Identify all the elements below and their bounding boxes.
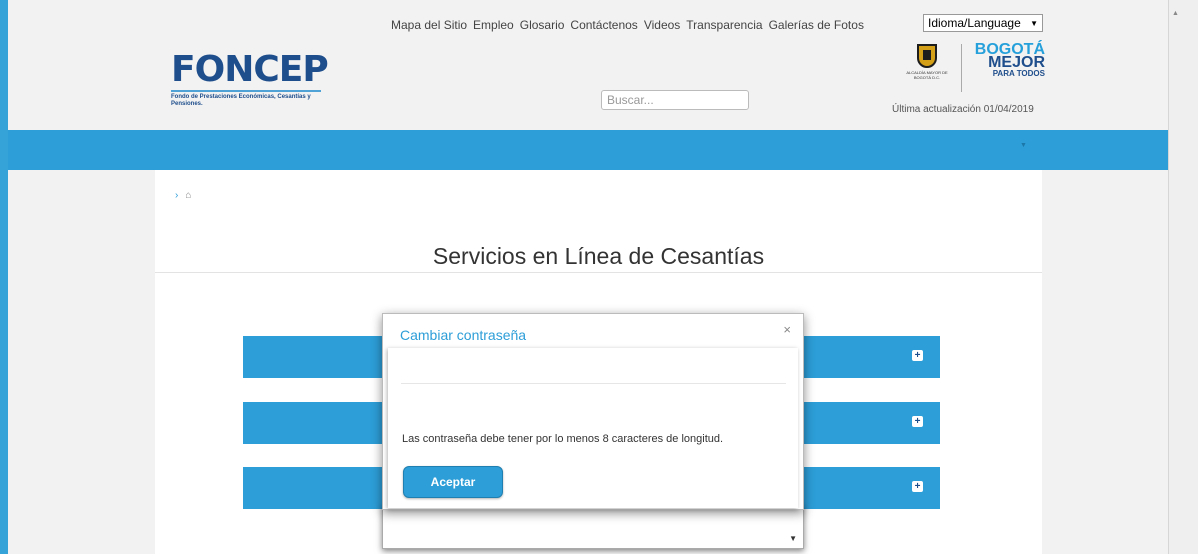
logo-subtitle: Fondo de Prestaciones Económicas, Cesant… — [171, 94, 311, 107]
logo-rule — [171, 90, 321, 92]
last-updated: Última actualización 01/04/2019 — [892, 104, 1034, 115]
page-title: Servicios en Línea de Cesantías — [432, 243, 765, 269]
accept-button[interactable]: Aceptar — [403, 466, 503, 498]
search-input[interactable]: Buscar... — [601, 90, 749, 110]
nav-link-transparencia[interactable]: Transparencia — [686, 18, 762, 32]
crest-icon — [917, 44, 937, 68]
expand-plus-icon[interactable]: + — [912, 350, 923, 361]
breadcrumb-separator-icon: › — [175, 190, 179, 201]
scroll-down-icon[interactable]: ▼ — [789, 534, 797, 543]
close-icon[interactable]: × — [783, 322, 791, 337]
bogota-seal-icon: ALCALDÍA MAYOR DE BOGOTÁ D.C. — [906, 44, 948, 92]
expand-plus-icon[interactable]: + — [912, 416, 923, 427]
language-select[interactable]: Idioma/Language ▼ — [923, 14, 1043, 32]
breadcrumb: › ⌂ — [175, 190, 191, 201]
dropdown-caret-icon: ▼ — [1030, 18, 1038, 28]
nav-link-sitemap[interactable]: Mapa del Sitio — [391, 18, 467, 32]
scrollbar-track[interactable] — [1168, 0, 1198, 554]
nav-link-empleo[interactable]: Empleo — [473, 18, 514, 32]
foncep-logo[interactable]: FONCEP Fondo de Prestaciones Económicas,… — [171, 52, 331, 108]
title-divider — [155, 272, 1042, 273]
bogota-mejor-logo: BOGOTÁ MEJOR PARA TODOS — [970, 42, 1045, 79]
language-select-value: Idioma/Language — [928, 16, 1021, 30]
expand-plus-icon[interactable]: + — [912, 481, 923, 492]
nav-link-glosario[interactable]: Glosario — [520, 18, 565, 32]
logo-wordmark: FONCEP — [171, 49, 329, 90]
top-navigation: Mapa del Sitio Empleo Glosario Contácten… — [391, 18, 864, 32]
scroll-up-icon[interactable]: ▲ — [1172, 10, 1179, 17]
dialog-divider — [401, 383, 786, 384]
menu-arrow-icon[interactable]: ▼ — [1020, 142, 1027, 149]
window-edge-left — [0, 0, 8, 554]
change-password-dialog: Cambiar contraseña × Las contraseña debe… — [382, 313, 804, 510]
home-icon[interactable]: ⌂ — [185, 190, 191, 201]
main-menu-bar: ▼ — [8, 130, 1168, 170]
dialog-title: Cambiar contraseña — [400, 327, 527, 343]
dialog-body: Las contraseña debe tener por lo menos 8… — [388, 348, 798, 508]
nav-link-galerias[interactable]: Galerías de Fotos — [769, 18, 864, 32]
dialog-message: Las contraseña debe tener por lo menos 8… — [402, 433, 724, 445]
dropdown-list-behind-modal[interactable]: ▼ — [382, 505, 804, 549]
brand-line-3: PARA TODOS — [992, 69, 1045, 78]
nav-link-videos[interactable]: Videos — [644, 18, 680, 32]
nav-link-contactenos[interactable]: Contáctenos — [570, 18, 637, 32]
logo-divider — [961, 44, 962, 92]
seal-caption: ALCALDÍA MAYOR DE BOGOTÁ D.C. — [906, 70, 948, 80]
